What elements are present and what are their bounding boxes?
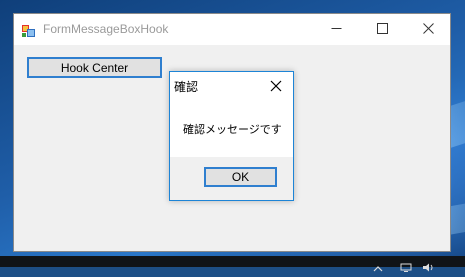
minimize-button[interactable] [313,14,359,43]
close-button[interactable] [405,14,451,43]
dialog-title: 確認 [174,80,199,94]
hook-center-button[interactable]: Hook Center [27,57,162,78]
window-title: FormMessageBoxHook [43,22,169,36]
winforms-app-icon [22,23,35,37]
message-box-dialog: 確認 確認メッセージです OK [169,71,294,201]
dialog-message: 確認メッセージです [183,123,282,136]
dialog-close-button[interactable] [266,76,286,96]
dialog-button-area: OK [170,157,293,200]
speaker-icon[interactable] [422,257,434,272]
close-icon [270,77,282,96]
ok-button[interactable]: OK [204,167,277,187]
network-icon[interactable] [400,257,412,272]
maximize-icon [376,19,388,38]
window-titlebar[interactable]: FormMessageBoxHook [14,14,450,45]
chevron-up-icon[interactable] [373,258,383,272]
close-icon [422,19,434,38]
taskbar [0,256,465,267]
maximize-button[interactable] [359,14,405,43]
minimize-icon [331,19,342,38]
